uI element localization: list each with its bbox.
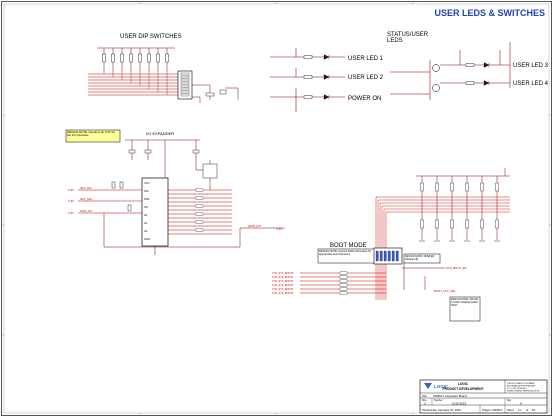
led-left-resistors — [303, 55, 313, 99]
expander-caps — [128, 149, 218, 179]
svg-text:SCL: SCL — [144, 189, 150, 193]
user-led1-label: USER LED 1 — [348, 56, 384, 62]
power-on-label: POWER ON — [348, 96, 381, 102]
boot-pullup-network — [416, 168, 510, 240]
svg-text:3.3V: 3.3V — [68, 188, 74, 192]
date-value: Wednesday, February 24, 2010 — [422, 408, 461, 412]
io-expander-chip — [141, 177, 169, 247]
boot-default-note: DESIGN NOTE: DFAB EN (Default off) — [405, 254, 435, 261]
user-led3-label: USER LED 3 — [513, 63, 549, 69]
led-right-resistors — [465, 63, 475, 85]
led-right-transistors — [432, 64, 440, 92]
expander-output-bus — [168, 189, 232, 235]
title-block-dept: PRODUCT DEVELOPMENT — [443, 387, 484, 391]
led-left-diodes — [323, 54, 330, 100]
number-value: 1011-0023 — [452, 402, 466, 406]
svg-text:GND: GND — [144, 237, 150, 241]
dip-bus-drops — [103, 72, 168, 95]
boot-output-wiring — [402, 262, 445, 290]
svg-text:3.3V: 3.3V — [68, 211, 74, 215]
boot-mode-heading: BOOT MODE — [330, 243, 367, 249]
svg-text:3.3V_SYS_BOOT4: 3.3V_SYS_BOOT4 — [272, 288, 294, 291]
svg-text:3.3V_SYS_BOOT2: 3.3V_SYS_BOOT2 — [272, 280, 294, 283]
project-value: Project: AM3517 — [482, 408, 503, 412]
user-led4-label: USER LED 4 — [513, 81, 549, 87]
svg-text:I2C3_SCL: I2C3_SCL — [80, 186, 93, 190]
rev-value: A — [520, 402, 522, 406]
boot-resistors-top — [420, 182, 499, 192]
svg-text:INT: INT — [144, 205, 149, 209]
expander-out-net-3v3: 3.3V — [276, 227, 282, 231]
svg-text:VCC: VCC — [144, 181, 150, 185]
sheet-value: 11 — [518, 408, 521, 412]
boot-note3: DESIGN NOTE: SW-ON, 1=LOW, Floating=pull… — [451, 297, 479, 307]
svg-text:3.3V_SYS_BOOT3: 3.3V_SYS_BOOT3 — [272, 284, 294, 287]
svg-text:3.3V_SYS_BOOT5: 3.3V_SYS_BOOT5 — [272, 292, 294, 295]
boot-out-net2: BOOT_CLK_SEL — [434, 289, 456, 293]
sheet-label: Sheet — [507, 408, 514, 412]
svg-text:3.3V_SYS_BOOT1: 3.3V_SYS_BOOT1 — [272, 276, 294, 279]
title-block-company: LOGIC — [458, 382, 469, 386]
led-right-wiring — [390, 42, 511, 100]
of-value: 15 — [532, 408, 536, 412]
boot-series-resistors — [339, 271, 348, 295]
svg-text:A1: A1 — [144, 221, 148, 225]
dip-cap-c1 — [219, 89, 227, 95]
dip-ground-network — [192, 84, 239, 103]
svg-text:GPIO_INT: GPIO_INT — [80, 209, 93, 213]
dip-resistor-bodies — [102, 53, 169, 63]
svg-text:3.3V_SYS_BOOT0: 3.3V_SYS_BOOT0 — [272, 272, 294, 275]
boot-resistors-bottom — [420, 219, 499, 229]
schematic-sheet: USER LEDS & SWITCHES USER DIP SWITCHES S… — [1, 1, 552, 416]
svg-text:DEVELOPMENT, REPRODUCTION: DEVELOPMENT, REPRODUCTION — [507, 391, 540, 393]
svg-text:SDA: SDA — [144, 197, 150, 201]
boot-out-net: SYS_BOOT_EN — [446, 266, 467, 270]
title-label: Title — [422, 394, 427, 398]
expander-input-net-labels: 3.3V I2C3_SCL 3.3V I2C3_SDA 3.3V GPIO_IN… — [68, 186, 93, 215]
dip-pullup-resistors — [97, 47, 175, 72]
svg-text:I2C3_SDA: I2C3_SDA — [80, 197, 93, 201]
dip-switches-heading: USER DIP SWITCHES — [120, 34, 182, 40]
of-label: of — [526, 408, 528, 412]
expander-pullups — [111, 181, 132, 212]
title-value: AM3517 eXpander Board — [433, 394, 467, 398]
number-label: Number — [434, 399, 443, 402]
svg-text:3.3V: 3.3V — [68, 199, 74, 203]
user-led2-label: USER LED 2 — [348, 75, 384, 81]
io-expander-heading: I/O EXPANDER — [146, 131, 174, 136]
expander-design-note: DESIGN NOTE: Needs to be 3.3V for the I/… — [67, 130, 116, 137]
dip-cap-c2 — [205, 92, 215, 97]
svg-text:A0: A0 — [144, 213, 148, 217]
status-leds-heading-line2: LEDS — [387, 38, 403, 44]
boot-design-note: DESIGN NOTE: Consult SOM schematics for … — [319, 249, 372, 256]
page-title: USER LEDS & SWITCHES — [434, 8, 545, 18]
led-right-diodes — [483, 62, 490, 86]
expander-out-net: GPIO_INT — [248, 224, 261, 228]
dip-signal-bus — [88, 73, 178, 96]
boot-left-net-labels: 3.3V_SYS_BOOT0 3.3V_SYS_BOOT1 3.3V_SYS_B… — [272, 272, 294, 295]
svg-text:A2: A2 — [144, 229, 148, 233]
